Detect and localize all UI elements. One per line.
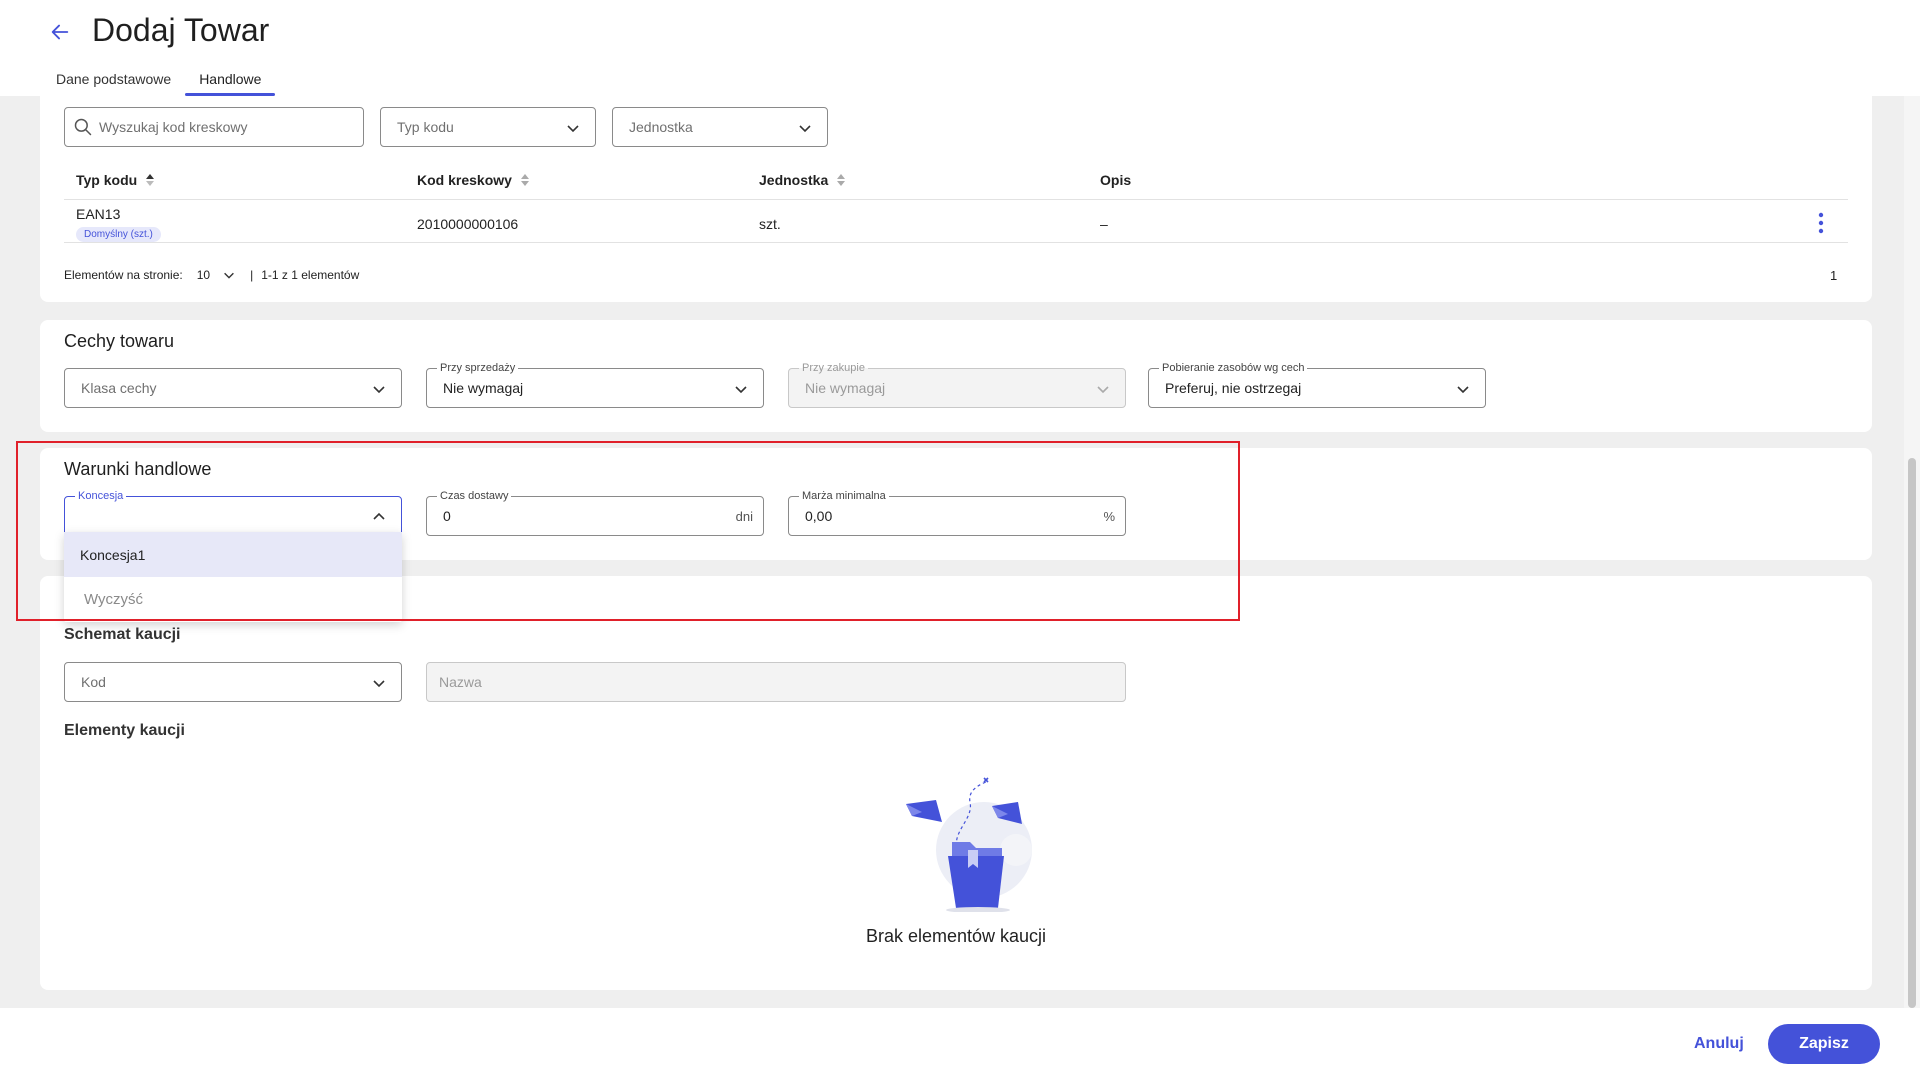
chevron-down-icon [735, 386, 747, 394]
cell-description: – [1100, 216, 1108, 232]
deposit-name-input: Nazwa [426, 662, 1126, 702]
unit-placeholder: Jednostka [629, 119, 693, 135]
column-header-code-type[interactable]: Typ kodu [76, 172, 155, 188]
pagination-separator: | [250, 268, 254, 282]
scrollbar-thumb[interactable] [1908, 458, 1916, 1008]
deposit-elements-title: Elementy kaucji [64, 722, 185, 739]
cell-code-type: EAN13 [76, 206, 121, 222]
deposit-card: Schemat kaucji Kod Nazwa Elementy kaucji… [40, 576, 1872, 990]
table-divider [64, 242, 1848, 243]
pagination: Elementów na stronie: 10 | 1-1 z 1 eleme… [64, 268, 359, 282]
more-vertical-icon[interactable] [1818, 212, 1824, 234]
column-header-description: Opis [1100, 172, 1132, 188]
cell-barcode: 2010000000106 [417, 216, 519, 232]
tab-bar: Dane podstawowe Handlowe [42, 64, 276, 96]
cancel-button[interactable]: Anuluj [1686, 1026, 1752, 1062]
chevron-down-icon [799, 125, 811, 133]
default-badge: Domyślny (szt.) [76, 224, 161, 242]
per-page-select[interactable]: 10 [197, 268, 236, 282]
features-card: Cechy towaru Klasa cechy Przy sprzedaży … [40, 320, 1872, 432]
concession-select[interactable]: Koncesja [64, 489, 402, 536]
arrow-left-icon [51, 24, 69, 40]
on-sale-select[interactable]: Przy sprzedaży Nie wymagaj [426, 361, 764, 408]
column-header-unit[interactable]: Jednostka [759, 172, 846, 188]
dropdown-option-koncesja1[interactable]: Koncesja1 [64, 532, 402, 577]
on-purchase-select: Przy zakupie Nie wymagaj [788, 361, 1126, 408]
delivery-time-input[interactable]: Czas dostawy 0 dni [426, 489, 764, 536]
page-title: Dodaj Towar [92, 12, 270, 48]
table-divider [64, 199, 1848, 200]
chevron-down-icon [567, 125, 579, 133]
empty-folder-illustration [906, 777, 1032, 912]
sort-icon [520, 174, 529, 186]
code-type-filter[interactable]: Typ kodu [380, 107, 596, 147]
tab-basic-data[interactable]: Dane podstawowe [42, 64, 185, 95]
trade-conditions-title: Warunki handlowe [64, 459, 212, 479]
search-placeholder: Wyszukaj kod kreskowy [99, 119, 248, 135]
chevron-down-icon [1097, 386, 1109, 394]
vertical-scrollbar[interactable] [1904, 96, 1920, 1008]
chevron-down-icon [1457, 386, 1469, 394]
margin-unit: % [1103, 509, 1115, 524]
concession-dropdown-menu: Koncesja1 Wyczyść [64, 532, 402, 622]
barcodes-card: Wyszukaj kod kreskowy Typ kodu Jednostka… [40, 96, 1872, 302]
delivery-unit: dni [735, 509, 753, 524]
sort-icon [837, 174, 846, 186]
save-button[interactable]: Zapisz [1768, 1024, 1880, 1064]
feature-class-select[interactable]: Klasa cechy [64, 368, 402, 408]
chevron-down-icon [373, 680, 385, 688]
deposit-code-select[interactable]: Kod [64, 662, 402, 702]
features-title: Cechy towaru [64, 331, 175, 351]
sort-asc-icon [146, 174, 155, 186]
chevron-down-icon [373, 386, 385, 394]
code-type-placeholder: Typ kodu [397, 119, 454, 135]
deposit-schema-title: Schemat kaucji [64, 626, 181, 643]
page-footer [0, 1008, 1920, 1080]
tab-trade[interactable]: Handlowe [185, 64, 276, 96]
barcode-search-input[interactable]: Wyszukaj kod kreskowy [64, 107, 364, 147]
main-content: Wyszukaj kod kreskowy Typ kodu Jednostka… [0, 96, 1904, 1008]
page-header: Dodaj Towar Dane podstawowe Handlowe [0, 0, 1920, 96]
page-number[interactable]: 1 [1830, 268, 1837, 283]
per-page-label: Elementów na stronie: [64, 268, 183, 282]
search-icon [74, 118, 92, 136]
chevron-up-icon [373, 512, 385, 520]
min-margin-input[interactable]: Marża minimalna 0,00 % [788, 489, 1126, 536]
pagination-range: 1-1 z 1 elementów [261, 268, 360, 282]
back-button[interactable] [46, 18, 74, 46]
unit-filter[interactable]: Jednostka [612, 107, 828, 147]
resource-fetch-select[interactable]: Pobieranie zasobów wg cech Preferuj, nie… [1148, 361, 1486, 408]
empty-state-text: Brak elementów kaucji [865, 926, 1047, 946]
chevron-down-icon [224, 272, 234, 279]
cell-unit: szt. [759, 216, 781, 232]
dropdown-clear-option[interactable]: Wyczyść [64, 577, 402, 622]
column-header-barcode[interactable]: Kod kreskowy [417, 172, 530, 188]
